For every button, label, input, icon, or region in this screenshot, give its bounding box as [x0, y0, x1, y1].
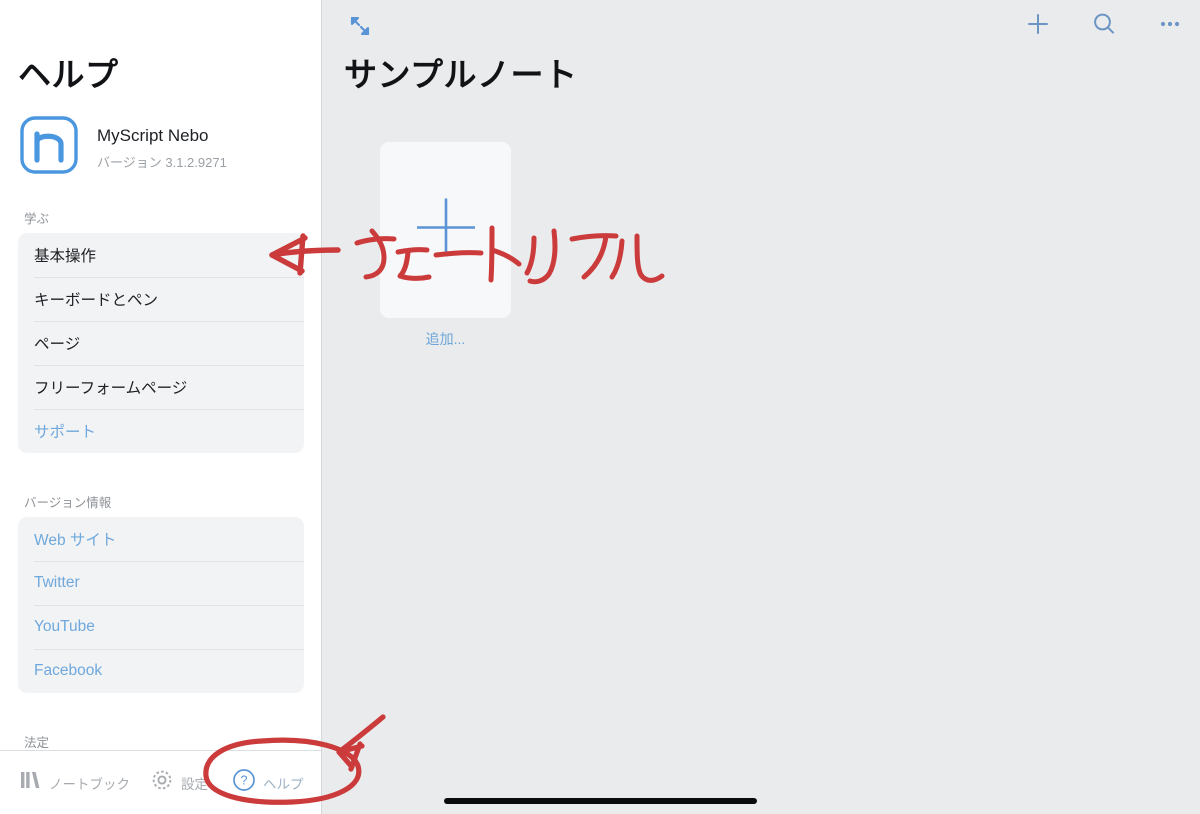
notes-pane: サンプルノート 追加...	[322, 0, 1200, 814]
home-indicator	[444, 798, 757, 804]
sidebar-item-support[interactable]: サポート	[18, 409, 304, 453]
list-group-about: Web サイト Twitter YouTube Facebook	[18, 517, 304, 693]
toolbar-item-settings[interactable]: 設定	[150, 751, 208, 814]
section-header-about: バージョン情報	[24, 496, 112, 510]
app-identity-block: MyScript Nebo バージョン 3.1.2.9271	[18, 114, 303, 184]
help-sidebar: ヘルプ MyScript Nebo バージョン 3.1.2.9271 学ぶ 基本…	[0, 0, 321, 814]
expand-collapse-icon[interactable]	[342, 8, 378, 44]
toolbar-label: ヘルプ	[263, 776, 304, 792]
list-item-label: ページ	[34, 336, 81, 353]
sidebar-item-keyboard-and-pen[interactable]: キーボードとペン	[18, 277, 304, 321]
list-item-label: Facebook	[34, 662, 103, 679]
search-icon	[1090, 10, 1118, 43]
plus-icon	[409, 191, 483, 270]
sidebar-item-youtube[interactable]: YouTube	[18, 605, 304, 649]
svg-text:?: ?	[241, 774, 248, 788]
app-name: MyScript Nebo	[97, 126, 209, 145]
more-options-button[interactable]	[1150, 6, 1190, 46]
list-item-label: フリーフォームページ	[34, 380, 188, 397]
sidebar-item-pages[interactable]: ページ	[18, 321, 304, 365]
add-note-button[interactable]	[1018, 6, 1058, 46]
toolbar-label: ノートブック	[49, 776, 130, 792]
section-header-legal: 法定	[24, 736, 50, 750]
list-group-learn: 基本操作 キーボードとペン ページ フリーフォームページ サポート	[18, 233, 304, 453]
sidebar-item-website[interactable]: Web サイト	[18, 517, 304, 561]
toolbar-item-notebooks[interactable]: ノートブック	[20, 751, 130, 814]
sidebar-item-freeform-pages[interactable]: フリーフォームページ	[18, 365, 304, 409]
top-actions	[1018, 6, 1190, 46]
app-version: バージョン 3.1.2.9271	[97, 155, 227, 170]
books-icon	[20, 770, 42, 795]
list-item-label: サポート	[34, 424, 97, 441]
add-page-card-wrap: 追加...	[380, 142, 511, 349]
page-title: ヘルプ	[18, 56, 119, 93]
question-circle-icon: ?	[232, 768, 256, 797]
plus-icon	[1024, 10, 1052, 43]
sidebar-item-twitter[interactable]: Twitter	[18, 561, 304, 605]
list-item-label: 基本操作	[34, 248, 97, 265]
nebo-app-icon	[18, 114, 80, 176]
list-item-label: Twitter	[34, 574, 80, 591]
list-item-label: キーボードとペン	[34, 292, 159, 309]
ellipsis-icon	[1156, 10, 1184, 43]
sidebar-item-basics[interactable]: 基本操作	[18, 233, 304, 277]
bottom-toolbar: ノートブック 設定 ? ヘルプ	[0, 750, 321, 814]
list-item-label: YouTube	[34, 618, 95, 635]
gear-icon	[150, 768, 174, 797]
add-page-card[interactable]	[380, 142, 511, 318]
list-item-label: Web サイト	[34, 532, 117, 549]
toolbar-item-help[interactable]: ? ヘルプ	[232, 751, 304, 814]
section-header-learn: 学ぶ	[24, 212, 50, 226]
add-page-label: 追加...	[425, 331, 466, 347]
notebook-title: サンプルノート	[344, 56, 578, 93]
sidebar-item-facebook[interactable]: Facebook	[18, 649, 304, 693]
app-root: ヘルプ MyScript Nebo バージョン 3.1.2.9271 学ぶ 基本…	[0, 0, 1200, 814]
toolbar-label: 設定	[181, 776, 208, 792]
search-button[interactable]	[1084, 6, 1124, 46]
